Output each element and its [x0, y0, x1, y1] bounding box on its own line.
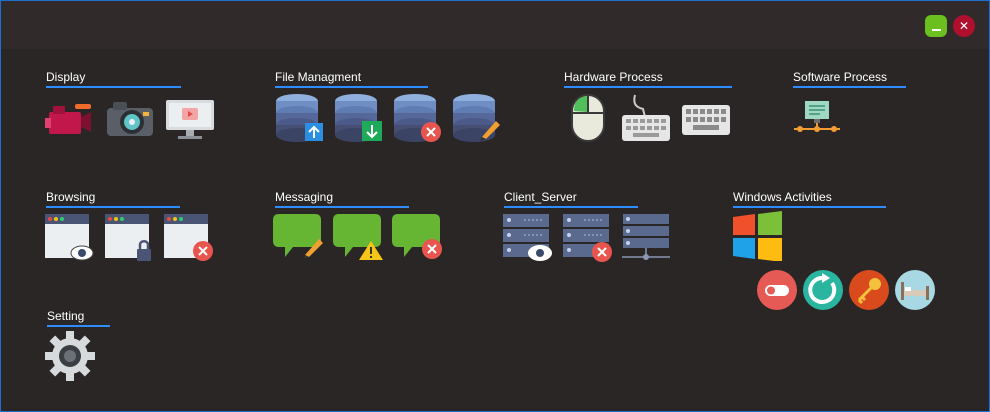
- network-monitor-icon[interactable]: [792, 95, 842, 145]
- section-hardware-process: Hardware Process: [564, 70, 732, 88]
- main-window: ✕ Display File Managment Hardware Proces…: [0, 0, 990, 412]
- mouse-icon[interactable]: [565, 93, 615, 143]
- section-messaging: Messaging: [275, 190, 409, 208]
- section-title-software-process: Software Process: [793, 70, 888, 84]
- windows-logo-icon[interactable]: [732, 211, 782, 261]
- section-title-file-management: File Managment: [275, 70, 362, 84]
- section-underline: [733, 206, 886, 208]
- message-warning-icon[interactable]: [333, 211, 383, 261]
- section-browsing: Browsing: [46, 190, 180, 208]
- section-title-setting: Setting: [47, 309, 85, 323]
- section-underline: [47, 325, 110, 327]
- database-upload-icon[interactable]: [275, 93, 325, 143]
- gear-icon[interactable]: [45, 331, 95, 381]
- section-title-messaging: Messaging: [275, 190, 334, 204]
- browser-view-icon[interactable]: [44, 213, 94, 263]
- section-title-browsing: Browsing: [46, 190, 96, 204]
- server-view-icon[interactable]: [502, 213, 552, 263]
- section-title-display: Display: [46, 70, 86, 84]
- database-download-icon[interactable]: [334, 93, 384, 143]
- photo-camera-icon[interactable]: [105, 94, 155, 144]
- message-delete-icon[interactable]: [392, 211, 442, 261]
- video-camera-icon[interactable]: [45, 94, 95, 144]
- browser-close-icon[interactable]: [163, 213, 213, 263]
- section-underline: [564, 86, 732, 88]
- minimize-button[interactable]: [925, 15, 947, 37]
- section-underline: [46, 206, 180, 208]
- section-file-management: File Managment: [275, 70, 428, 88]
- section-software-process: Software Process: [793, 70, 906, 88]
- section-display: Display: [46, 70, 181, 88]
- title-bar: ✕: [1, 1, 989, 49]
- database-edit-icon[interactable]: [452, 93, 502, 143]
- section-setting: Setting: [47, 309, 110, 327]
- toggle-icon[interactable]: [756, 269, 806, 319]
- keyboard-wired-icon[interactable]: [621, 93, 671, 143]
- section-client-server: Client_Server: [504, 190, 638, 208]
- section-underline: [504, 206, 638, 208]
- sleep-bed-icon[interactable]: [894, 269, 944, 319]
- server-network-icon[interactable]: [621, 213, 671, 263]
- monitor-play-icon[interactable]: [165, 94, 215, 144]
- close-button[interactable]: ✕: [953, 15, 975, 37]
- message-edit-icon[interactable]: [273, 211, 323, 261]
- section-title-hardware-process: Hardware Process: [564, 70, 663, 84]
- section-title-client-server: Client_Server: [504, 190, 577, 204]
- section-windows-activities: Windows Activities: [733, 190, 886, 208]
- server-delete-icon[interactable]: [562, 213, 612, 263]
- keyboard-icon[interactable]: [681, 93, 731, 143]
- key-icon[interactable]: [848, 269, 898, 319]
- section-title-windows-activities: Windows Activities: [733, 190, 832, 204]
- section-underline: [275, 206, 409, 208]
- section-underline: [275, 86, 428, 88]
- database-delete-icon[interactable]: [393, 93, 443, 143]
- refresh-icon[interactable]: [802, 269, 852, 319]
- section-underline: [46, 86, 181, 88]
- browser-lock-icon[interactable]: [104, 213, 154, 263]
- section-underline: [793, 86, 906, 88]
